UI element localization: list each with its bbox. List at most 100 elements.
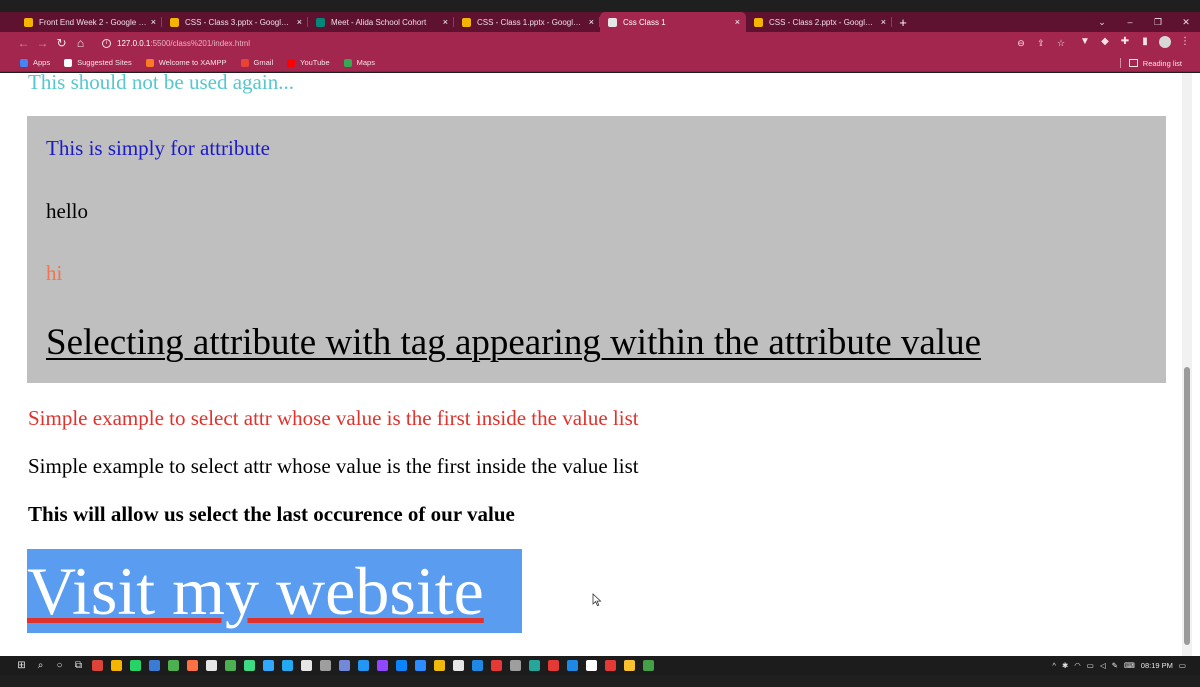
battery-icon[interactable]: ▭ bbox=[1087, 661, 1094, 670]
close-tab-icon[interactable]: × bbox=[735, 17, 740, 27]
search-icon[interactable]: ⌕ bbox=[31, 658, 50, 674]
tray-chevron-icon[interactable]: ^ bbox=[1052, 661, 1056, 670]
visit-website-link[interactable]: Visit my website bbox=[27, 549, 522, 633]
discord-icon bbox=[339, 660, 350, 671]
volume-icon[interactable]: ◁ bbox=[1100, 661, 1106, 670]
extensions-puzzle-icon[interactable]: ✚ bbox=[1115, 36, 1135, 51]
taskbar-app-button[interactable] bbox=[88, 658, 107, 674]
bookmark-item[interactable]: Gmail bbox=[240, 58, 274, 67]
browser-tab[interactable]: CSS - Class 2.pptx - Google Slide × bbox=[746, 12, 892, 32]
taskbar-app-button[interactable] bbox=[354, 658, 373, 674]
pen-icon[interactable]: ✎ bbox=[1112, 661, 1118, 670]
taskbar-app-button[interactable] bbox=[392, 658, 411, 674]
close-window-button[interactable]: ✕ bbox=[1172, 12, 1200, 32]
bookmark-item[interactable]: Suggested Sites bbox=[64, 58, 132, 67]
bookmarks-bar: Apps Suggested Sites Welcome to XAMPP Gmail… bbox=[0, 54, 1200, 72]
taskbar-app-button[interactable] bbox=[183, 658, 202, 674]
browser-tab[interactable]: Meet - Alida School Cohort × bbox=[308, 12, 454, 32]
bookmark-item[interactable]: Maps bbox=[343, 58, 375, 67]
taskbar-app-button[interactable] bbox=[145, 658, 164, 674]
bookmark-item[interactable]: Apps bbox=[20, 58, 50, 67]
bookmark-label: Gmail bbox=[253, 58, 274, 67]
taskbar-app-button[interactable] bbox=[582, 658, 601, 674]
taskbar-app-button[interactable] bbox=[639, 658, 658, 674]
app-icon bbox=[320, 660, 331, 671]
share-icon[interactable]: ⇪ bbox=[1031, 38, 1051, 49]
taskbar-app-button[interactable] bbox=[487, 658, 506, 674]
windows-start-icon[interactable]: ⊞ bbox=[12, 658, 31, 674]
tab-title: CSS - Class 3.pptx - Google Slide bbox=[185, 17, 293, 27]
bookmark-item[interactable]: YouTube bbox=[287, 58, 330, 67]
taskbar-app-button[interactable] bbox=[411, 658, 430, 674]
cortana-icon[interactable]: ○ bbox=[50, 658, 69, 674]
browser-toolbar: ← → ↻ ⌂ i 127.0.0.1:5500/class%201/index… bbox=[0, 32, 1200, 54]
close-tab-icon[interactable]: × bbox=[151, 17, 156, 27]
google-slides-icon bbox=[170, 17, 179, 27]
browser-tab[interactable]: Css Class 1 × bbox=[600, 12, 746, 32]
task-view-icon[interactable]: ⧉ bbox=[69, 658, 88, 674]
xampp-icon bbox=[145, 58, 154, 67]
browser-tab[interactable]: Front End Week 2 - Google Drive × bbox=[16, 12, 162, 32]
reading-list-button[interactable]: Reading list bbox=[1119, 58, 1182, 68]
bookmark-star-icon[interactable]: ☆ bbox=[1051, 38, 1071, 49]
minimize-button[interactable]: – bbox=[1116, 12, 1144, 32]
taskbar-app-button[interactable] bbox=[335, 658, 354, 674]
browser-tab[interactable]: CSS - Class 3.pptx - Google Slide × bbox=[162, 12, 308, 32]
browser-menu-icon[interactable]: ⋮ bbox=[1175, 36, 1195, 51]
github-icon bbox=[206, 660, 217, 671]
app-icon bbox=[168, 660, 179, 671]
taskbar-app-button[interactable] bbox=[430, 658, 449, 674]
taskbar-app-button[interactable] bbox=[259, 658, 278, 674]
taskbar-app-button[interactable] bbox=[601, 658, 620, 674]
globe-icon bbox=[608, 17, 617, 27]
extension-icon[interactable]: ▮ bbox=[1135, 36, 1155, 51]
taskbar-app-button[interactable] bbox=[620, 658, 639, 674]
tab-divider bbox=[891, 17, 892, 27]
bookmark-item[interactable]: Welcome to XAMPP bbox=[145, 58, 227, 67]
taskbar-app-button[interactable] bbox=[316, 658, 335, 674]
taskbar-app-button[interactable] bbox=[164, 658, 183, 674]
tab-title: Meet - Alida School Cohort bbox=[331, 17, 427, 27]
tab-search-icon[interactable]: ⌄ bbox=[1088, 12, 1116, 32]
taskbar-app-button[interactable] bbox=[468, 658, 487, 674]
site-info-icon[interactable]: i bbox=[102, 38, 111, 48]
taskbar-app-button[interactable] bbox=[525, 658, 544, 674]
bookmark-label: Suggested Sites bbox=[77, 58, 132, 67]
taskbar-app-button[interactable] bbox=[221, 658, 240, 674]
back-button[interactable]: ← bbox=[14, 32, 33, 54]
taskbar-app-button[interactable] bbox=[563, 658, 582, 674]
taskbar-app-button[interactable] bbox=[373, 658, 392, 674]
restore-button[interactable]: ❐ bbox=[1144, 12, 1172, 32]
close-tab-icon[interactable]: × bbox=[297, 17, 302, 27]
close-tab-icon[interactable]: × bbox=[881, 17, 886, 27]
taskbar-app-button[interactable] bbox=[240, 658, 259, 674]
bluetooth-icon[interactable]: ✱ bbox=[1062, 661, 1068, 670]
scrollbar[interactable] bbox=[1182, 73, 1192, 656]
address-bar[interactable]: i 127.0.0.1:5500/class%201/index.html ⊖ … bbox=[96, 34, 1071, 52]
taskbar-app-button[interactable] bbox=[544, 658, 563, 674]
notifications-icon[interactable]: ▭ bbox=[1179, 661, 1186, 670]
home-button[interactable]: ⌂ bbox=[71, 32, 90, 54]
taskbar-app-button[interactable] bbox=[506, 658, 525, 674]
close-tab-icon[interactable]: × bbox=[589, 17, 594, 27]
taskbar-app-button[interactable] bbox=[126, 658, 145, 674]
extension-icon[interactable]: ◆ bbox=[1095, 36, 1115, 51]
reload-button[interactable]: ↻ bbox=[52, 32, 71, 54]
scrollbar-thumb[interactable] bbox=[1184, 367, 1190, 645]
new-tab-button[interactable]: + bbox=[892, 12, 914, 32]
taskbar-app-button[interactable] bbox=[278, 658, 297, 674]
sticky-notes-icon bbox=[624, 660, 635, 671]
clock[interactable]: 08:19 PM bbox=[1141, 661, 1173, 670]
taskbar-app-button[interactable] bbox=[449, 658, 468, 674]
zoom-icon[interactable]: ⊖ bbox=[1011, 38, 1031, 49]
wifi-icon[interactable]: ◠ bbox=[1074, 661, 1081, 670]
forward-button[interactable]: → bbox=[33, 32, 52, 54]
browser-tab[interactable]: CSS - Class 1.pptx - Google Slide × bbox=[454, 12, 600, 32]
taskbar-app-button[interactable] bbox=[202, 658, 221, 674]
keyboard-icon[interactable]: ⌨ bbox=[1124, 661, 1135, 670]
extension-icon[interactable]: ▼ bbox=[1075, 36, 1095, 51]
taskbar-app-button[interactable] bbox=[107, 658, 126, 674]
profile-avatar[interactable] bbox=[1155, 35, 1175, 51]
taskbar-app-button[interactable] bbox=[297, 658, 316, 674]
close-tab-icon[interactable]: × bbox=[443, 17, 448, 27]
